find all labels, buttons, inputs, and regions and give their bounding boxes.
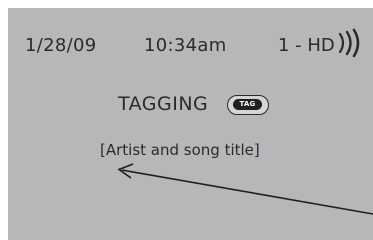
tagging-label: TAGGING (118, 93, 209, 115)
date-readout: 1/28/09 (25, 35, 97, 56)
song-title-placeholder: [Artist and song title] (100, 141, 260, 159)
tag-button-label: TAG (233, 99, 262, 110)
signal-waves-icon (338, 28, 360, 58)
tagging-row: TAGGING TAG (8, 93, 373, 121)
status-bar: 1/28/09 10:34am 1 - HD (8, 28, 373, 62)
time-readout: 10:34am (144, 35, 227, 56)
tag-button[interactable]: TAG (227, 95, 269, 115)
station-readout: 1 - HD (278, 35, 335, 56)
radio-display-screen: 1/28/09 10:34am 1 - HD TAGGING TAG [Arti… (8, 8, 373, 240)
